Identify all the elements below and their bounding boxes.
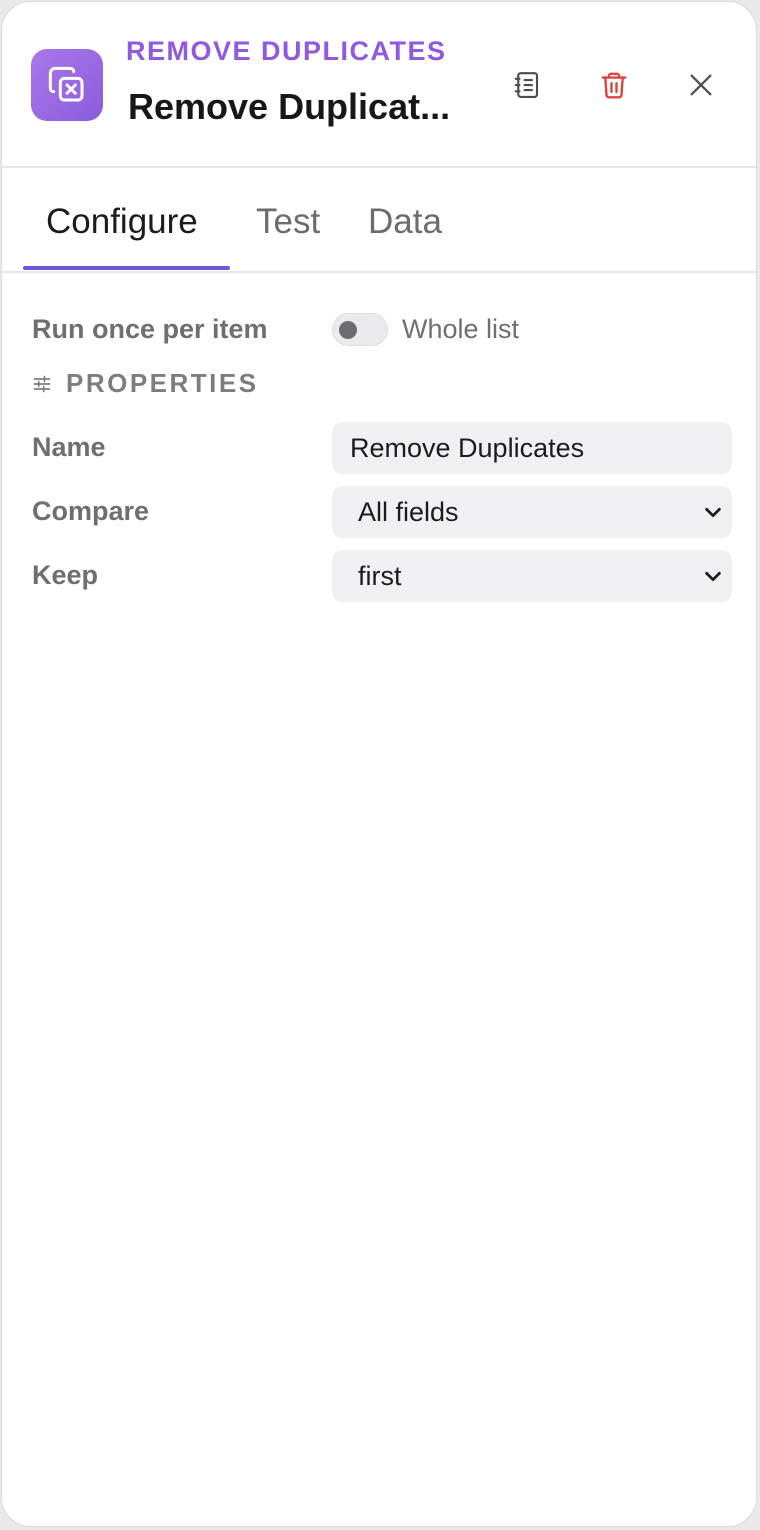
node-type-label: REMOVE DUPLICATES [126, 36, 447, 66]
delete-button[interactable] [587, 58, 641, 112]
notebook-icon [514, 72, 539, 98]
properties-title: PROPERTIES [66, 368, 259, 398]
tab-test[interactable]: Test [256, 202, 320, 242]
compare-select-value: All fields [358, 496, 459, 527]
name-input-value: Remove Duplicates [350, 432, 585, 463]
tab-configure[interactable]: Configure [46, 202, 198, 242]
keep-label: Keep [32, 560, 99, 590]
run-mode-toggle[interactable] [332, 313, 388, 346]
run-mode-label: Run once per item [32, 314, 268, 344]
keep-select[interactable]: first [332, 550, 732, 602]
whole-list-label: Whole list [402, 314, 520, 344]
name-label: Name [32, 432, 106, 462]
panel-header: REMOVE DUPLICATES Remove Duplicat... [2, 2, 756, 168]
toggle-knob [339, 321, 357, 339]
chevron-down-icon [705, 507, 721, 518]
tab-bar: Configure Test Data [2, 168, 756, 273]
copy-x-icon [31, 49, 103, 121]
close-icon [690, 74, 712, 96]
node-settings-panel: REMOVE DUPLICATES Remove Duplicat... Con… [1, 1, 757, 1527]
keep-select-value: first [358, 560, 402, 591]
chevron-down-icon [705, 571, 721, 582]
name-input[interactable]: Remove Duplicates [332, 422, 732, 474]
active-tab-indicator [23, 266, 230, 270]
tab-data[interactable]: Data [368, 202, 442, 242]
node-title[interactable]: Remove Duplicat... [128, 86, 458, 128]
compare-select[interactable]: All fields [332, 486, 732, 538]
compare-label: Compare [32, 496, 150, 526]
notes-button[interactable] [500, 58, 554, 112]
trash-icon [601, 72, 627, 99]
close-button[interactable] [674, 58, 728, 112]
properties-section-header: PROPERTIES [32, 368, 259, 399]
sliders-icon [33, 375, 51, 392]
